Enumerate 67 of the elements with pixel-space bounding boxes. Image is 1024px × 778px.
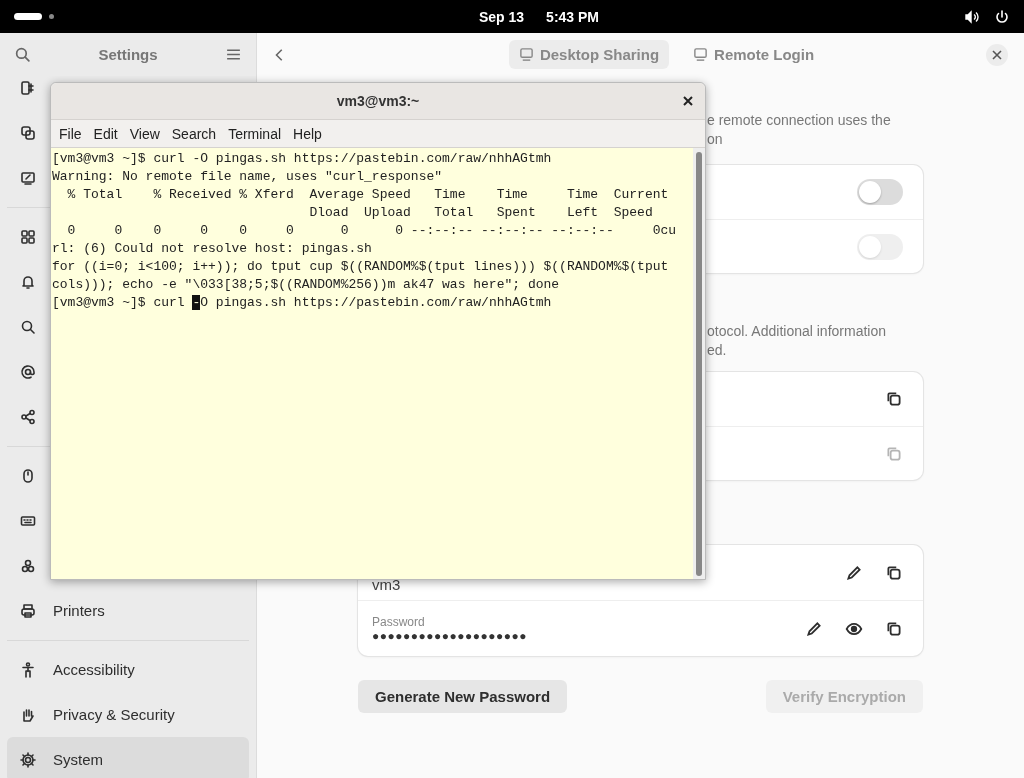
monitor-icon xyxy=(518,47,534,62)
menu-item[interactable]: Search xyxy=(165,122,223,145)
toggle-switch[interactable] xyxy=(857,179,903,205)
volume-icon[interactable] xyxy=(964,8,980,25)
mouse-icon xyxy=(20,467,36,484)
description-text: otocol. Additional information xyxy=(707,322,886,341)
sidebar-item[interactable]: Privacy & Security xyxy=(7,692,249,737)
terminal-line: cols))); echo -e "\033[38;5;$((RANDOM%256))m ak47 was here"; done xyxy=(52,276,560,294)
edit-icon[interactable] xyxy=(805,619,823,638)
description-text: e remote connection uses the xyxy=(707,111,891,130)
bell-icon xyxy=(20,273,36,290)
menu-item[interactable]: Edit xyxy=(87,122,124,145)
terminal-line: [vm3@vm3 ~]$ curl -O pingas.sh https://pastebin.com/raw/nhhAGtmh xyxy=(52,150,552,168)
copy-icon[interactable] xyxy=(885,619,903,638)
edit-icon[interactable] xyxy=(845,563,863,582)
gear-icon xyxy=(20,751,36,768)
power-icon[interactable] xyxy=(994,8,1010,25)
plug-icon xyxy=(20,79,36,96)
workspace-indicator[interactable] xyxy=(14,13,42,20)
terminal-line: [vm3@vm3 ~]$ curl -O pingas.sh https://pastebin.com/raw/nhhAGtmh xyxy=(52,294,552,312)
close-button[interactable] xyxy=(986,43,1008,66)
terminal-line: 0 0 0 0 0 0 0 0 --:--:-- --:--:-- --:--:-- 0cu xyxy=(66,222,677,240)
password-label: Password xyxy=(372,614,426,629)
terminal-line: Dload Upload Total Spent Left Speed xyxy=(308,204,653,222)
windows-icon xyxy=(20,124,36,141)
monitor-icon xyxy=(20,169,36,186)
person-icon xyxy=(20,661,36,678)
password-value: ●●●●●●●●●●●●●●●●●●●● xyxy=(372,628,528,643)
sidebar-item[interactable]: System xyxy=(7,737,249,778)
menu-item[interactable]: Terminal xyxy=(222,122,288,145)
printer-icon xyxy=(20,602,36,619)
date-label: Sep 13 xyxy=(478,8,525,25)
close-icon xyxy=(992,49,1002,60)
username-value: vm3 xyxy=(372,575,402,593)
scrollbar-thumb[interactable] xyxy=(696,152,702,576)
hand-icon xyxy=(20,706,36,723)
terminal-line: % Total % Received % Xferd Average Speed Time Time Time Current xyxy=(66,186,669,204)
sidebar-label: Privacy & Security xyxy=(53,706,175,723)
description-text: on xyxy=(707,130,723,149)
sidebar-label: System xyxy=(53,751,103,768)
menu-item[interactable]: Help xyxy=(287,122,328,145)
time-label: 5:43 PM xyxy=(546,8,600,25)
generate-password-button[interactable]: Generate New Password xyxy=(358,680,568,713)
sidebar-label: Printers xyxy=(53,602,105,619)
description-text: ed. xyxy=(707,341,727,360)
sidebar-title: Settings xyxy=(97,46,159,63)
circles-icon xyxy=(20,557,36,574)
workspace-indicator[interactable] xyxy=(49,14,54,19)
copy-icon[interactable] xyxy=(885,563,903,582)
grid-icon xyxy=(20,228,36,245)
terminal-line: for ((i=0; i<100; i++)); do tput cup $((RANDOM%$(tput lines))) $((RANDOM%$(tput xyxy=(52,258,669,276)
menu-item[interactable]: View xyxy=(123,122,166,145)
copy-icon[interactable] xyxy=(885,390,903,408)
terminal-line: Warning: No remote file name, uses "curl_response" xyxy=(52,168,443,186)
at-sign-icon xyxy=(20,363,36,380)
menu-icon[interactable] xyxy=(225,46,242,63)
search-icon xyxy=(14,46,31,63)
sidebar-label: Accessibility xyxy=(53,661,135,678)
sidebar-item[interactable]: Accessibility xyxy=(7,647,249,692)
sidebar-item[interactable]: Printers xyxy=(7,588,249,633)
search-icon xyxy=(20,318,36,335)
terminal-line: rl: (6) Could not resolve host: pingas.sh xyxy=(52,240,372,258)
menu-item[interactable]: File xyxy=(53,122,88,145)
monitor-icon xyxy=(693,47,709,62)
close-icon xyxy=(683,96,693,106)
window-title: vm3@vm3:~ xyxy=(336,93,420,109)
share-icon xyxy=(20,408,36,425)
